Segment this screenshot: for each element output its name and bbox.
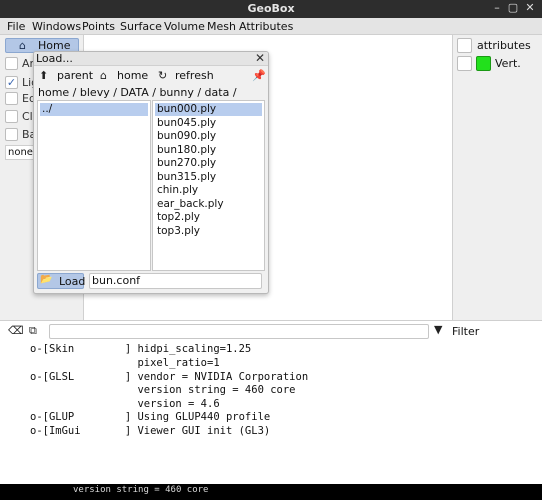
right-panel: attributes Vert.: [452, 35, 542, 320]
dialog-title-bar[interactable]: Load... ✕: [34, 51, 268, 66]
breadcrumb[interactable]: home / blevy / DATA / bunny / data /: [38, 86, 237, 99]
directory-item-parent[interactable]: ../: [40, 103, 148, 116]
file-list[interactable]: bun000.ply bun045.ply bun090.ply bun180.…: [152, 100, 265, 271]
attributes-row[interactable]: attributes: [457, 38, 541, 54]
filter-icon: ▼: [434, 323, 443, 336]
title-bar: GeoBox – ▢ ✕: [0, 0, 542, 18]
refresh-button[interactable]: ↻ refresh: [158, 69, 214, 84]
log-line: pixel_ratio=1: [30, 357, 220, 369]
log-line: o-[GLSL ] vendor = NVIDIA Corporation: [30, 371, 309, 383]
log-line: o-[Skin ] hidpi_scaling=1.25: [30, 343, 252, 355]
bottom-strip: version string = 460 core: [0, 484, 542, 500]
home-icon: ⌂: [19, 39, 26, 52]
background-checkbox[interactable]: [5, 128, 18, 141]
folder-open-icon: 📂: [40, 274, 53, 285]
dialog-close-icon[interactable]: ✕: [255, 51, 265, 65]
console-panel: ⌫ ⧉ ▼ Filter o-[Skin ] hidpi_scaling=1.2…: [0, 320, 542, 500]
menu-file[interactable]: File: [7, 20, 25, 33]
file-item[interactable]: bun180.ply: [155, 144, 216, 157]
pin-icon: 📌: [252, 69, 266, 82]
maximize-icon[interactable]: ▢: [506, 1, 520, 15]
eraser-icon[interactable]: ⌫: [8, 324, 24, 337]
file-item[interactable]: top2.ply: [155, 211, 200, 224]
menu-mesh[interactable]: Mesh: [207, 20, 236, 33]
filter-input[interactable]: [49, 324, 429, 339]
load-dialog: Load... ✕ ⬆ parent ⌂ home ↻ refresh 📌 ho…: [33, 51, 269, 294]
window-title: GeoBox: [247, 2, 295, 15]
log-line: version string = 460 core: [30, 384, 296, 396]
arrow-up-circle-icon: ⬆: [39, 69, 49, 82]
log-line: o-[GLUP ] Using GLUP440 profile: [30, 411, 271, 423]
file-item[interactable]: bun045.ply: [155, 117, 216, 130]
edit-checkbox[interactable]: [5, 92, 18, 105]
dialog-title: Load...: [36, 52, 73, 65]
style-combo[interactable]: none: [5, 145, 35, 160]
vertex-checkbox[interactable]: [457, 56, 472, 71]
light-checkbox[interactable]: ✓: [5, 76, 18, 89]
file-item[interactable]: ear_back.ply: [155, 198, 224, 211]
menu-windows[interactable]: Windows: [32, 20, 81, 33]
log-line: o-[ImGui ] Viewer GUI init (GL3): [30, 425, 271, 437]
parent-button[interactable]: ⬆ parent: [39, 69, 97, 84]
menu-bar: File Windows Points Surface Volume Mesh …: [0, 18, 542, 35]
vertex-color-swatch[interactable]: [476, 56, 491, 71]
attributes-checkbox[interactable]: [457, 38, 472, 53]
directory-list[interactable]: ../: [37, 100, 151, 271]
pin-button[interactable]: 📌: [252, 69, 266, 84]
clipping-checkbox[interactable]: [5, 110, 18, 123]
minimize-icon[interactable]: –: [490, 1, 504, 15]
filter-label: Filter: [452, 325, 480, 338]
animate-checkbox[interactable]: [5, 57, 18, 70]
file-item[interactable]: chin.ply: [155, 184, 198, 197]
log-line: version = 4.6: [30, 398, 220, 410]
file-item[interactable]: bun270.ply: [155, 157, 216, 170]
menu-volume[interactable]: Volume: [164, 20, 205, 33]
menu-attributes[interactable]: Attributes: [239, 20, 293, 33]
menu-surface[interactable]: Surface: [120, 20, 162, 33]
menu-points[interactable]: Points: [82, 20, 115, 33]
load-button[interactable]: 📂 Load: [37, 273, 85, 289]
home-dir-button[interactable]: ⌂ home: [100, 69, 152, 84]
file-item[interactable]: bun315.ply: [155, 171, 216, 184]
close-icon[interactable]: ✕: [523, 1, 537, 15]
file-item[interactable]: bun000.ply: [155, 103, 262, 116]
vertex-color-row[interactable]: Vert.: [457, 56, 541, 72]
filename-input[interactable]: bun.conf: [89, 273, 262, 289]
file-item[interactable]: bun090.ply: [155, 130, 216, 143]
file-item[interactable]: top3.ply: [155, 225, 200, 238]
ghost-log-line: version string = 460 core: [73, 485, 209, 495]
home-icon: ⌂: [100, 69, 107, 82]
refresh-icon: ↻: [158, 69, 168, 82]
copy-icon[interactable]: ⧉: [29, 324, 37, 338]
